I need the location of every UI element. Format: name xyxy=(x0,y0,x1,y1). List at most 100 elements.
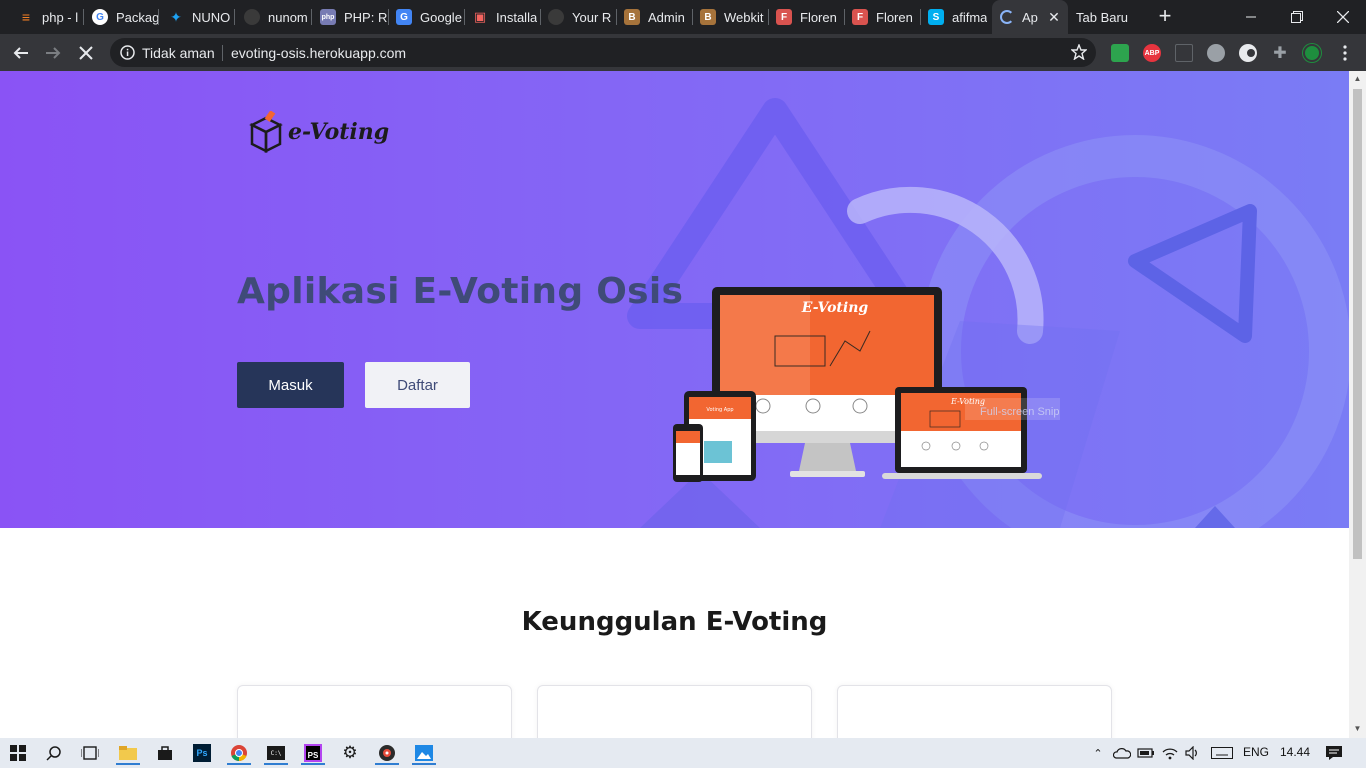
media-player-button[interactable] xyxy=(375,741,399,765)
browser-tab[interactable]: Your R xyxy=(540,0,616,34)
close-window-button[interactable] xyxy=(1320,0,1366,34)
clock-time[interactable]: 14.44 xyxy=(1280,745,1310,759)
browser-tab[interactable]: F Floren xyxy=(844,0,920,34)
bootstrap-icon: B xyxy=(624,9,640,25)
page-viewport: e-Voting Aplikasi E-Voting Osis Masuk Da… xyxy=(0,71,1349,738)
active-indicator xyxy=(264,763,288,765)
volume-icon[interactable] xyxy=(1181,741,1205,765)
browser-tab[interactable]: ▣ Installa xyxy=(464,0,540,34)
search-button[interactable] xyxy=(42,741,66,765)
login-button[interactable]: Masuk xyxy=(237,362,344,408)
active-indicator xyxy=(227,763,251,765)
active-indicator xyxy=(375,763,399,765)
file-explorer-button[interactable] xyxy=(116,741,140,765)
browser-menu-button[interactable] xyxy=(1332,40,1358,66)
back-arrow-icon xyxy=(13,47,28,59)
photos-button[interactable] xyxy=(412,741,436,765)
browser-tab-strip: ≡ php - l G Packag ✦ NUNO nunom php PHP:… xyxy=(0,0,1366,34)
feature-card xyxy=(837,685,1112,738)
language-indicator[interactable]: ENG xyxy=(1243,745,1269,759)
back-button[interactable] xyxy=(8,40,34,66)
wifi-icon[interactable] xyxy=(1158,741,1182,765)
florence-icon: F xyxy=(776,9,792,25)
url-text[interactable]: evoting-osis.herokuapp.com xyxy=(231,45,406,61)
kebab-menu-icon xyxy=(1343,45,1347,61)
browser-tab[interactable]: nunom xyxy=(236,0,310,34)
browser-tab[interactable]: G Packag xyxy=(84,0,158,34)
phpstorm-button[interactable]: PS xyxy=(301,741,325,765)
twitter-icon: ✦ xyxy=(170,8,182,25)
skype-icon: S xyxy=(928,9,944,25)
laravel-icon: ▣ xyxy=(473,9,487,24)
device-tablet-title: Voting App xyxy=(706,407,733,413)
action-center-button[interactable] xyxy=(1322,741,1346,765)
florence-icon: F xyxy=(852,9,868,25)
close-tab-icon[interactable]: ✕ xyxy=(1046,9,1062,25)
restore-button[interactable] xyxy=(1274,0,1320,34)
photoshop-button[interactable]: Ps xyxy=(190,741,214,765)
store-button[interactable] xyxy=(153,741,177,765)
register-button[interactable]: Daftar xyxy=(365,362,470,408)
omnibox-divider xyxy=(222,45,223,61)
show-hidden-icons-button[interactable]: ⌃ xyxy=(1086,741,1110,765)
info-icon[interactable] xyxy=(120,45,135,65)
page-title: Aplikasi E-Voting Osis xyxy=(237,271,684,312)
new-tab-button[interactable]: + xyxy=(1154,5,1176,28)
scroll-down-icon[interactable]: ▼ xyxy=(1353,725,1362,733)
active-indicator xyxy=(412,763,436,765)
photoshop-icon: Ps xyxy=(193,744,211,762)
extensions-puzzle-icon[interactable]: ✚ xyxy=(1271,44,1289,62)
terminal-button[interactable]: C:\ xyxy=(264,741,288,765)
stop-icon xyxy=(79,46,93,60)
task-view-button[interactable] xyxy=(78,741,102,765)
bookmark-star-icon[interactable] xyxy=(1070,43,1088,65)
terminal-icon: C:\ xyxy=(267,746,285,760)
battery-icon[interactable] xyxy=(1134,741,1158,765)
browser-tab[interactable]: ≡ php - l xyxy=(10,0,84,34)
active-indicator xyxy=(301,763,325,765)
browser-tab[interactable]: php PHP: R xyxy=(312,0,388,34)
page-scrollbar[interactable]: ▲ ▼ xyxy=(1349,71,1366,738)
security-status: Tidak aman xyxy=(142,45,215,61)
chrome-button[interactable] xyxy=(227,741,251,765)
forward-button[interactable] xyxy=(40,40,66,66)
start-button[interactable] xyxy=(6,741,30,765)
minimize-icon xyxy=(1246,16,1256,18)
minimize-button[interactable] xyxy=(1228,0,1274,34)
browser-tab[interactable]: Tab Baru xyxy=(1068,0,1144,34)
site-logo[interactable]: e-Voting xyxy=(248,111,389,153)
browser-tab[interactable]: B Webkit xyxy=(692,0,768,34)
stop-loading-button[interactable] xyxy=(73,40,99,66)
touch-keyboard-icon[interactable] xyxy=(1209,741,1235,765)
scroll-up-icon[interactable]: ▲ xyxy=(1353,75,1362,83)
logo-text: e-Voting xyxy=(288,119,390,145)
browser-tab[interactable]: B Admin xyxy=(616,0,692,34)
device-screen-title: E-Voting xyxy=(801,300,869,316)
task-view-icon xyxy=(81,746,99,760)
settings-button[interactable]: ⚙ xyxy=(338,741,362,765)
extension-dark-icon[interactable] xyxy=(1239,44,1257,62)
active-indicator xyxy=(116,763,140,765)
address-bar[interactable]: Tidak aman evoting-osis.herokuapp.com xyxy=(110,38,1096,67)
extension-globe-icon[interactable] xyxy=(1207,44,1225,62)
browser-tab[interactable]: G Google xyxy=(388,0,464,34)
tab-separator xyxy=(234,9,235,25)
extension-screen-icon[interactable] xyxy=(1175,44,1193,62)
stackoverflow-icon: ≡ xyxy=(21,9,31,25)
tab-separator xyxy=(158,9,159,25)
scrollbar-thumb[interactable] xyxy=(1353,89,1362,559)
github-icon xyxy=(244,9,260,25)
browser-tab[interactable]: ✦ NUNO xyxy=(160,0,234,34)
google-icon: G xyxy=(92,9,108,25)
onedrive-icon[interactable] xyxy=(1110,741,1134,765)
profile-avatar-icon[interactable] xyxy=(1303,44,1321,62)
folder-icon xyxy=(119,746,137,760)
extension-drive-icon[interactable] xyxy=(1111,44,1129,62)
browser-tab-active[interactable]: Ap ✕ xyxy=(992,0,1068,34)
browser-tab[interactable]: F Floren xyxy=(768,0,844,34)
loading-icon xyxy=(1000,10,1014,24)
ballot-box-icon xyxy=(249,111,283,153)
adblock-plus-icon[interactable]: ABP xyxy=(1143,44,1161,62)
browser-tab[interactable]: S afifma xyxy=(920,0,992,34)
restore-icon xyxy=(1291,11,1303,23)
